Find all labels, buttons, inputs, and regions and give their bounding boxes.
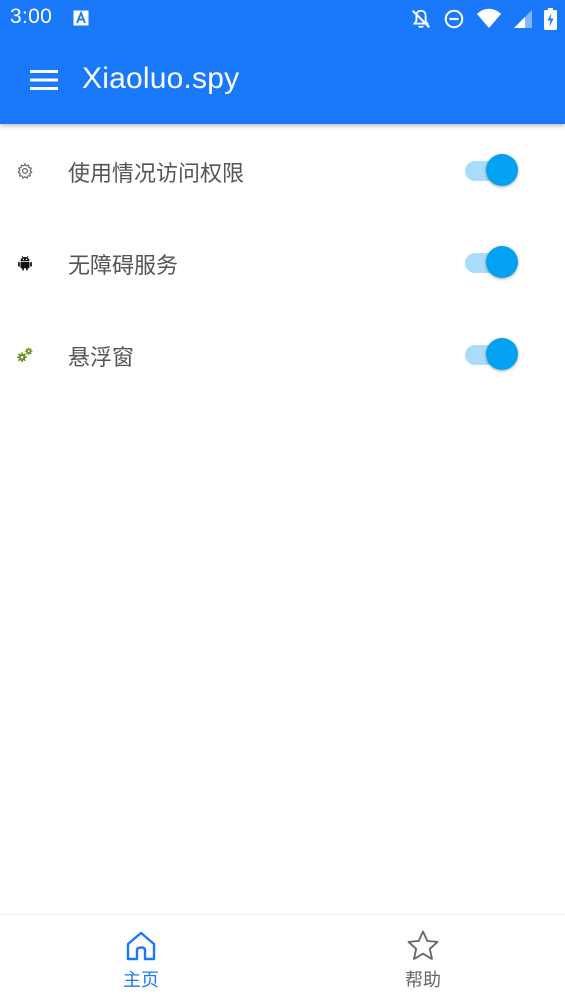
permission-row-overlay: 悬浮窗 [0,308,565,400]
home-icon [126,931,156,961]
status-time: 3:00 [10,5,53,28]
notifications-off-icon [412,9,430,28]
android-robot-icon [18,256,32,271]
nav-item-help[interactable]: 帮助 [363,915,483,1004]
accessibility-service-switch[interactable] [465,244,521,280]
permission-label: 使用情况访问权限 [68,162,245,187]
switch-thumb [486,338,518,370]
switch-thumb [486,246,518,278]
permission-list: 使用情况访问权限 无障碍服务 悬浮窗 [0,124,565,400]
nav-label-home: 主页 [123,970,159,991]
hamburger-menu-icon[interactable] [30,69,58,91]
wifi-icon [477,8,501,28]
text-a-icon [73,10,89,26]
permission-row-usage-access: 使用情况访问权限 [0,124,565,216]
battery-charging-icon [544,8,557,30]
app-title: Xiaoluo.spy [82,62,240,95]
status-icons [410,7,557,31]
gears-icon [17,347,33,363]
star-outline-icon [407,930,439,960]
usage-access-switch[interactable] [465,152,521,188]
permission-label: 无障碍服务 [68,254,179,279]
nav-item-home[interactable]: 主页 [81,915,201,1004]
bottom-navigation: 主页 帮助 [0,914,565,1004]
overlay-window-switch[interactable] [465,336,521,372]
app-bar: 3:00 Xiaoluo.spy [0,0,565,124]
status-bar: 3:00 [0,0,565,38]
nav-label-help: 帮助 [405,970,441,991]
do-not-disturb-icon [444,9,464,29]
gear-outline-icon [17,162,33,179]
permission-row-accessibility: 无障碍服务 [0,216,565,308]
permission-label: 悬浮窗 [68,346,135,371]
cellular-signal-icon [514,10,532,28]
switch-thumb [486,154,518,186]
